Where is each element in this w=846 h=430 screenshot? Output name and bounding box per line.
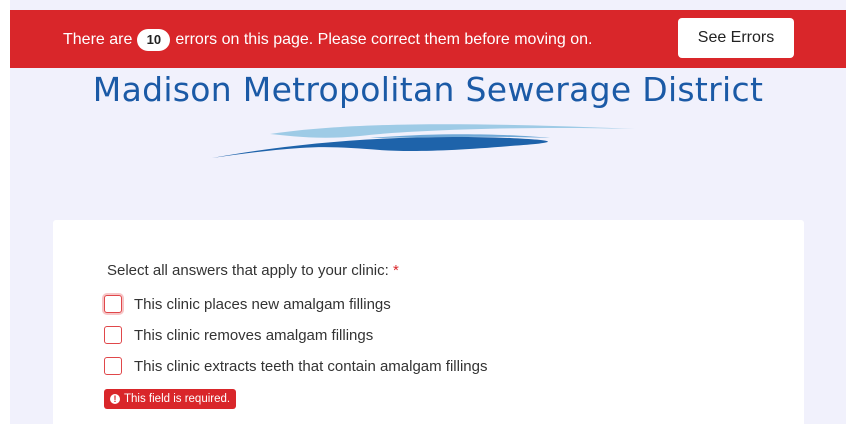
required-asterisk: * [392,262,399,279]
option-label: This clinic places new amalgam fillings [134,295,391,313]
field-required-error: ! This field is required. [104,389,237,409]
question-text: Select all answers that apply to your cl… [107,262,389,279]
error-banner: There are 10 errors on this page. Please… [10,10,846,68]
see-errors-button[interactable]: See Errors [678,18,794,58]
logo-wave-icon [212,124,635,158]
banner-prefix: There are [63,31,133,48]
error-count-badge: 10 [137,29,171,51]
option-places-new-fillings[interactable]: This clinic places new amalgam fillings [104,293,391,315]
option-label: This clinic extracts teeth that contain … [134,357,488,375]
checkbox-removes-fillings[interactable] [104,326,122,344]
field-error-text: This field is required. [124,393,231,405]
banner-suffix: errors on this page. Please correct them… [175,31,593,48]
error-banner-message: There are 10 errors on this page. Please… [63,29,592,51]
alert-icon: ! [110,394,120,404]
question-label: Select all answers that apply to your cl… [107,262,399,279]
checkbox-extracts-teeth[interactable] [104,357,122,375]
logo-title: Madison Metropolitan Sewerage District [92,70,764,109]
option-extracts-teeth[interactable]: This clinic extracts teeth that contain … [104,355,488,377]
form-card: Select all answers that apply to your cl… [53,220,804,430]
option-removes-fillings[interactable]: This clinic removes amalgam fillings [104,324,373,346]
checkbox-places-new-fillings[interactable] [104,295,122,313]
option-label: This clinic removes amalgam fillings [134,326,374,344]
